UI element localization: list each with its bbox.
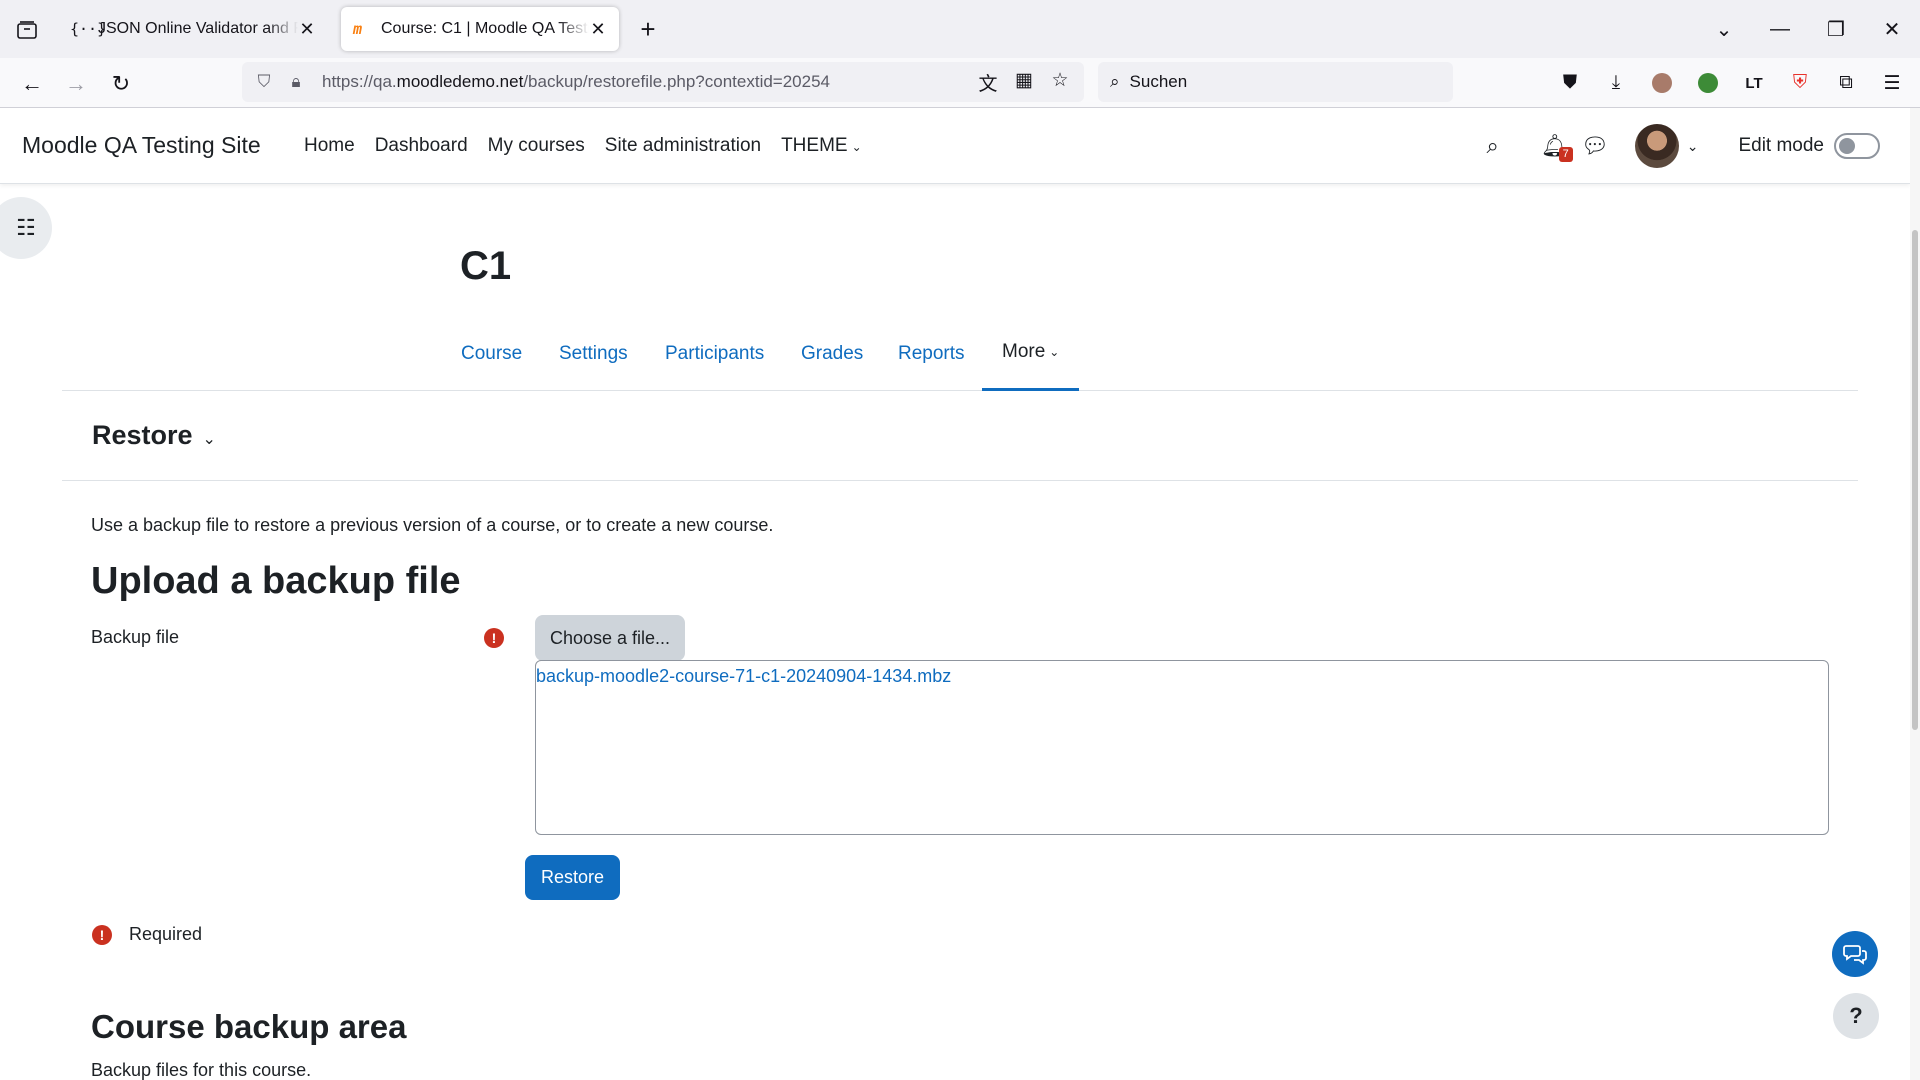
download-icon[interactable]: ⤓ bbox=[1598, 66, 1634, 100]
search-icon: ⌕ bbox=[1110, 72, 1120, 91]
course-backup-heading: Course backup area bbox=[91, 1008, 407, 1045]
intro-text: Use a backup file to restore a previous … bbox=[91, 515, 774, 535]
browser-tab-bar: {··} JSON Online Validator and Formatter… bbox=[0, 0, 1920, 58]
tab-more[interactable]: More ⌄ bbox=[982, 316, 1080, 391]
course-backup-description: Backup files for this course. bbox=[91, 1060, 312, 1080]
chevron-down-icon: ⌄ bbox=[851, 140, 862, 154]
moodle-page: Moodle QA Testing Site Home Dashboard My… bbox=[0, 108, 1910, 1080]
upload-heading: Upload a backup file bbox=[91, 560, 461, 602]
chevron-down-icon: ⌄ bbox=[1049, 345, 1060, 359]
chevron-down-icon: ⌄ bbox=[202, 431, 216, 448]
address-bar[interactable]: ⛉ 🔒︎ https://qa.moodledemo.net/backup/re… bbox=[242, 62, 1084, 102]
extensions-puzzle-icon[interactable]: ⧉ bbox=[1828, 66, 1864, 100]
qr-code-icon[interactable]: ▦ bbox=[1010, 69, 1038, 96]
json-favicon-icon: {··} bbox=[70, 20, 107, 38]
list-tabs-chevron-icon[interactable]: ⌄ bbox=[1696, 17, 1752, 42]
languagetool-icon[interactable]: LT bbox=[1736, 66, 1772, 100]
tab-settings[interactable]: Settings bbox=[559, 316, 628, 391]
nav-site-administration[interactable]: Site administration bbox=[605, 135, 761, 157]
secondary-nav: Course Settings Participants Grades Repo… bbox=[62, 316, 1858, 391]
translate-icon[interactable]: 文 bbox=[974, 69, 1002, 96]
primary-nav: Home Dashboard My courses Site administr… bbox=[304, 135, 862, 157]
nav-theme[interactable]: THEME ⌄ bbox=[781, 135, 862, 157]
restore-window-icon[interactable]: ❐ bbox=[1808, 17, 1864, 42]
list-icon: ☷ bbox=[16, 215, 36, 240]
tab-reports[interactable]: Reports bbox=[898, 316, 965, 391]
notification-badge: 7 bbox=[1558, 147, 1573, 162]
tab-moodle-course[interactable]: m Course: C1 | Moodle QA Testing Site ✕ bbox=[341, 7, 619, 51]
browser-nav-bar: ← → ↻ ⛉ 🔒︎ https://qa.moodledemo.net/bac… bbox=[0, 58, 1920, 108]
required-icon: ! bbox=[484, 628, 504, 648]
site-name[interactable]: Moodle QA Testing Site bbox=[22, 132, 261, 159]
moodle-favicon-icon: m bbox=[353, 20, 363, 38]
nav-dashboard[interactable]: Dashboard bbox=[375, 135, 468, 157]
new-tab-button[interactable]: + bbox=[632, 14, 664, 46]
close-icon[interactable]: ✕ bbox=[589, 19, 607, 40]
window-controls: ⌄ — ❐ ✕ bbox=[1696, 0, 1920, 58]
chevron-down-icon[interactable]: ⌄ bbox=[1687, 138, 1699, 155]
nav-my-courses[interactable]: My courses bbox=[488, 135, 585, 157]
back-arrow-icon[interactable]: ← bbox=[16, 68, 48, 100]
close-icon[interactable]: ✕ bbox=[298, 19, 316, 40]
moodle-header: Moodle QA Testing Site Home Dashboard My… bbox=[0, 108, 1910, 184]
course-index-toggle[interactable]: ☷ bbox=[0, 197, 52, 259]
extension-green-icon[interactable] bbox=[1690, 66, 1726, 100]
edit-mode-toggle[interactable] bbox=[1834, 133, 1880, 159]
help-icon[interactable]: ? bbox=[1833, 993, 1879, 1039]
tab-overview-icon[interactable] bbox=[12, 15, 42, 45]
tab-grades[interactable]: Grades bbox=[801, 316, 863, 391]
backup-file-label: Backup file bbox=[91, 627, 180, 647]
pocket-icon[interactable]: ⛊ bbox=[1552, 66, 1588, 100]
tab-participants[interactable]: Participants bbox=[665, 316, 764, 391]
restore-button[interactable]: Restore bbox=[525, 855, 620, 900]
extension-avatar-icon[interactable] bbox=[1644, 66, 1680, 100]
file-drop-area[interactable]: backup-moodle2-course-71-c1-20240904-143… bbox=[535, 660, 1829, 835]
lock-icon[interactable]: 🔒︎ bbox=[280, 72, 312, 92]
required-legend: Required bbox=[129, 924, 203, 944]
search-icon[interactable]: ⌕ bbox=[1477, 130, 1509, 162]
url-text[interactable]: https://qa.moodledemo.net/backup/restore… bbox=[322, 72, 974, 92]
required-icon: ! bbox=[92, 925, 112, 945]
menu-hamburger-icon[interactable]: ☰ bbox=[1874, 66, 1910, 100]
toolbar-extensions: ⛊ ⤓ LT ⛨ ⧉ ☰ bbox=[1552, 66, 1910, 100]
minimize-icon[interactable]: — bbox=[1752, 18, 1808, 41]
header-actions: ⌕ 🔔︎ 7 💬︎ ⌄ Edit mode bbox=[1477, 122, 1880, 170]
tab-json-validator[interactable]: {··} JSON Online Validator and Formatter… bbox=[58, 7, 328, 51]
scrollbar-thumb[interactable] bbox=[1912, 230, 1918, 730]
scrollbar[interactable] bbox=[1910, 108, 1920, 1080]
avatar[interactable] bbox=[1634, 124, 1679, 168]
close-window-icon[interactable]: ✕ bbox=[1864, 17, 1920, 42]
page-heading[interactable]: Restore ⌄ bbox=[92, 420, 216, 451]
tab-title: Course: C1 | Moodle QA Testing Site bbox=[381, 20, 589, 37]
shield-icon[interactable]: ⛉ bbox=[248, 72, 280, 92]
reload-icon[interactable]: ↻ bbox=[105, 68, 137, 100]
nav-home[interactable]: Home bbox=[304, 135, 355, 157]
notification-bell-icon[interactable]: 🔔︎ 7 bbox=[1539, 130, 1573, 162]
edit-mode-label: Edit mode bbox=[1738, 135, 1824, 156]
selected-file-link[interactable]: backup-moodle2-course-71-c1-20240904-143… bbox=[536, 666, 951, 687]
ublock-shield-icon[interactable]: ⛨ bbox=[1782, 66, 1818, 100]
choose-file-button[interactable]: Choose a file... bbox=[535, 615, 685, 661]
chat-icon[interactable] bbox=[1832, 931, 1878, 977]
messages-icon[interactable]: 💬︎ bbox=[1579, 130, 1611, 162]
divider bbox=[62, 480, 1858, 481]
tab-course[interactable]: Course bbox=[461, 316, 522, 391]
course-title: C1 bbox=[460, 244, 512, 288]
bookmark-star-icon[interactable]: ☆ bbox=[1046, 69, 1074, 96]
forward-arrow-icon[interactable]: → bbox=[60, 68, 92, 100]
search-input[interactable]: ⌕ Suchen bbox=[1098, 62, 1453, 102]
tab-title: JSON Online Validator and Formatter bbox=[98, 20, 298, 37]
search-placeholder: Suchen bbox=[1129, 72, 1188, 91]
